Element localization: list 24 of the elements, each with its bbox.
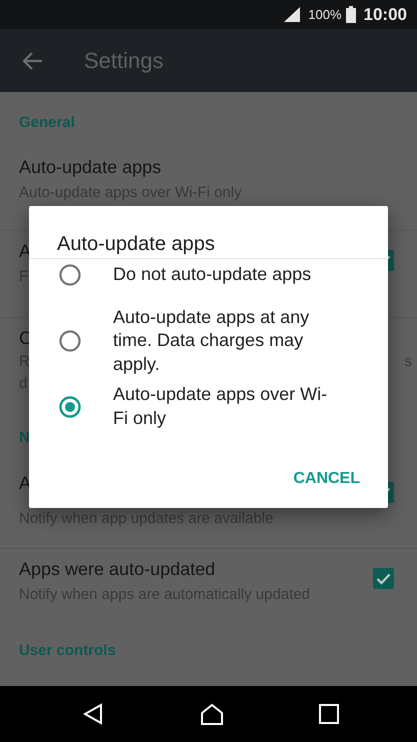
option-label: Do not auto-update apps: [113, 263, 312, 286]
section-header: User controls: [19, 641, 117, 661]
option-label: Auto-update apps at any time. Data charges may apply.: [113, 306, 310, 376]
section-header: N: [19, 428, 31, 448]
clock: 10:00: [364, 4, 407, 26]
battery-percentage: 100%: [308, 6, 342, 24]
dialog-title: Auto-update apps: [29, 206, 388, 259]
radio-button[interactable]: [59, 330, 81, 352]
radio-option[interactable]: Auto-update apps over Wi-Fi only: [29, 383, 388, 430]
home-icon[interactable]: [200, 702, 224, 726]
recents-icon[interactable]: [318, 702, 342, 726]
option-label: Auto-update apps over Wi-Fi only: [113, 383, 328, 430]
setting-title: Auto-update apps: [19, 156, 162, 178]
battery-icon: [346, 6, 356, 23]
section-header: General: [19, 113, 76, 133]
radio-button[interactable]: [59, 396, 81, 418]
radio-button[interactable]: [59, 264, 81, 286]
checkmark-icon: [376, 572, 391, 584]
setting-title: Apps were auto-updated: [19, 558, 216, 580]
signal-icon: [284, 7, 300, 22]
checkbox[interactable]: [373, 568, 394, 589]
toolbar-title: Settings: [84, 47, 164, 75]
radio-option[interactable]: Auto-update apps at any time. Data charges may apply.: [29, 306, 388, 376]
radio-option[interactable]: Do not auto-update apps: [29, 263, 388, 286]
